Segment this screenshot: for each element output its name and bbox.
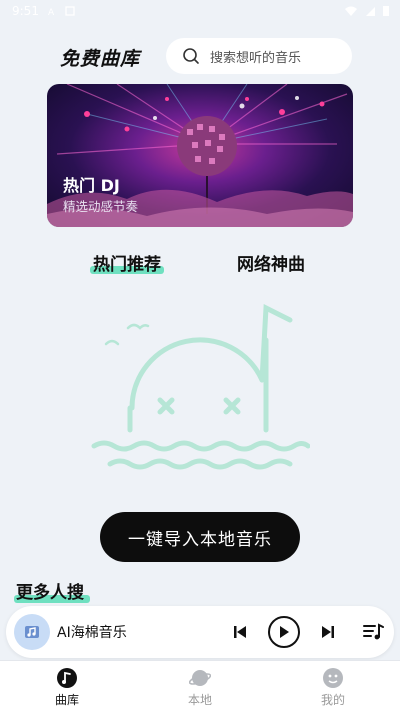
status-bar: 9:51 A bbox=[0, 0, 400, 22]
page-title: 免费曲库 bbox=[60, 48, 141, 70]
nav-label: 本地 bbox=[187, 693, 212, 707]
image-icon bbox=[65, 6, 75, 16]
tab-label: 热门推荐 bbox=[93, 255, 161, 275]
import-local-music-button[interactable]: 一键导入本地音乐 bbox=[100, 512, 300, 562]
tab-label: 网络神曲 bbox=[237, 255, 305, 275]
music-note-icon bbox=[25, 626, 39, 638]
tab-network-hits[interactable]: 网络神曲 bbox=[237, 250, 305, 275]
nav-label: 我的 bbox=[320, 693, 345, 707]
play-icon bbox=[280, 626, 289, 638]
next-icon bbox=[322, 626, 334, 638]
now-playing-title: AI海棉音乐 bbox=[57, 625, 127, 641]
hot-dj-banner[interactable]: 热门 DJ 精选动感节奏 bbox=[47, 84, 353, 227]
search-input[interactable]: 搜索想听的音乐 bbox=[166, 38, 352, 74]
banner-subtitle: 精选动感节奏 bbox=[63, 199, 139, 214]
prev-icon bbox=[234, 626, 246, 638]
play-button[interactable] bbox=[268, 616, 300, 648]
nav-item-local[interactable]: 本地 bbox=[160, 667, 240, 708]
signal-icon bbox=[366, 6, 375, 16]
nav-item-mine[interactable]: 我的 bbox=[293, 667, 373, 708]
empty-music-illustration bbox=[91, 304, 310, 470]
search-placeholder: 搜索想听的音乐 bbox=[210, 50, 302, 66]
status-time: 9:51 bbox=[12, 4, 39, 18]
notification-icon: A bbox=[48, 8, 55, 16]
tab-hot-recommend[interactable]: 热门推荐 bbox=[90, 250, 164, 275]
header: 免费曲库 搜索想听的音乐 bbox=[0, 36, 400, 76]
nav-item-library[interactable]: 曲库 bbox=[27, 667, 107, 708]
svg-text:A: A bbox=[48, 8, 55, 16]
category-tabs: 热门推荐 网络神曲 bbox=[0, 248, 400, 278]
battery-icon bbox=[383, 6, 389, 16]
album-cover[interactable] bbox=[14, 614, 50, 650]
planet-icon bbox=[189, 670, 211, 686]
wifi-icon bbox=[345, 6, 357, 16]
playlist-icon bbox=[363, 623, 384, 640]
more-searches-title: 更多人搜 bbox=[14, 578, 90, 603]
search-icon bbox=[183, 48, 199, 64]
bottom-navigation: 曲库 本地 我的 bbox=[0, 660, 400, 712]
nav-label: 曲库 bbox=[54, 693, 79, 707]
previous-button[interactable] bbox=[226, 618, 254, 646]
banner-title: 热门 DJ bbox=[63, 176, 120, 195]
next-button[interactable] bbox=[314, 618, 342, 646]
music-note-icon bbox=[57, 668, 77, 688]
playlist-button[interactable] bbox=[360, 618, 388, 646]
section-title-text: 更多人搜 bbox=[16, 583, 84, 603]
mini-player[interactable]: AI海棉音乐 bbox=[6, 606, 394, 658]
face-icon bbox=[323, 668, 343, 688]
